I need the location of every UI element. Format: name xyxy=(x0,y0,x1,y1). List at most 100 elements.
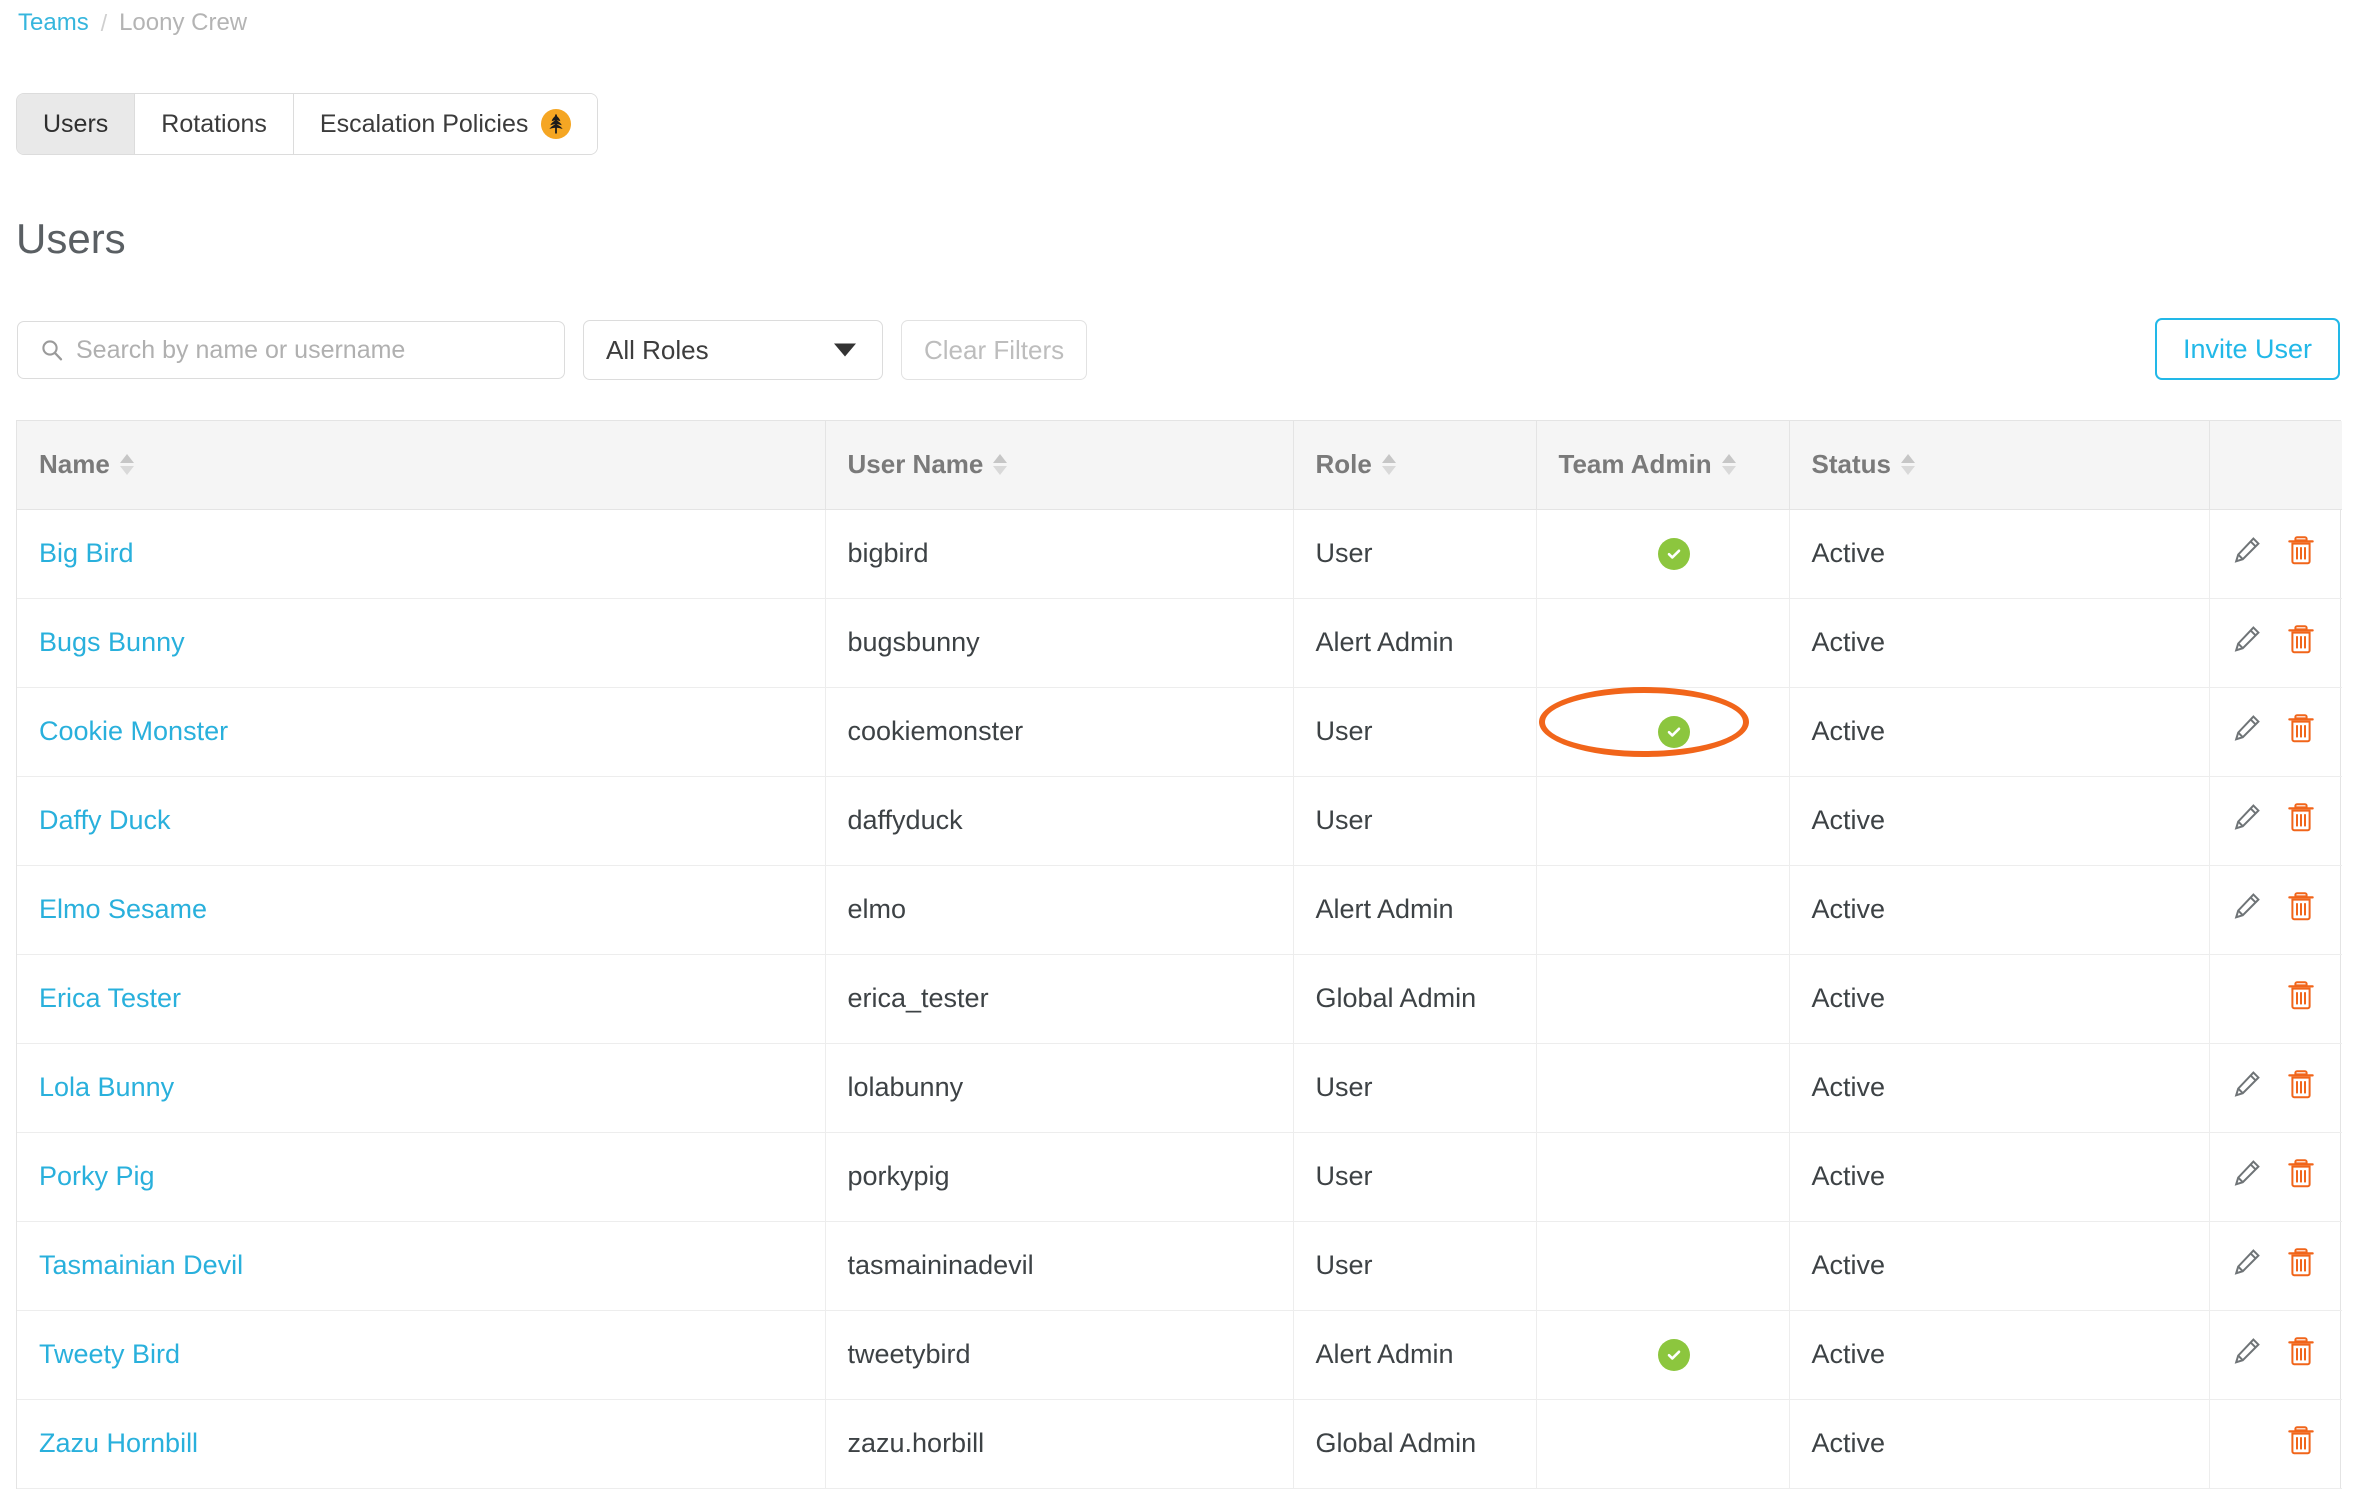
role-filter-value: All Roles xyxy=(606,334,709,365)
column-header-name[interactable]: Name xyxy=(17,421,826,510)
table-row: Big Bird bigbird User Active xyxy=(17,509,2342,599)
user-name-link[interactable]: Cookie Monster xyxy=(39,716,228,746)
user-name-link[interactable]: Big Bird xyxy=(39,538,134,568)
check-circle-icon xyxy=(1657,1338,1690,1371)
cell-name: Tasmainian Devil xyxy=(17,1221,826,1311)
cell-actions xyxy=(2209,687,2342,777)
sort-arrows-icon[interactable] xyxy=(993,454,1008,476)
trash-icon[interactable] xyxy=(2286,1067,2316,1108)
cell-name: Cookie Monster xyxy=(17,687,826,777)
pencil-icon[interactable] xyxy=(2230,1067,2264,1108)
cell-username: elmo xyxy=(825,865,1294,955)
cell-actions xyxy=(2209,865,2342,955)
column-header-team-admin[interactable]: Team Admin xyxy=(1536,421,1790,510)
trash-icon[interactable] xyxy=(2286,1423,2316,1464)
users-table-body: Big Bird bigbird User Active Bugs Bunny bugsb… xyxy=(17,509,2342,1489)
sort-arrows-icon[interactable] xyxy=(1381,454,1396,476)
cell-role: User xyxy=(1293,687,1537,777)
cell-team-admin xyxy=(1536,776,1790,866)
trash-icon[interactable] xyxy=(2286,711,2316,752)
chevron-down-icon xyxy=(834,343,856,357)
role-filter-select[interactable]: All Roles xyxy=(583,320,883,380)
cell-role: User xyxy=(1293,509,1537,599)
column-header-username[interactable]: User Name xyxy=(825,421,1294,510)
clear-filters-button[interactable]: Clear Filters xyxy=(901,320,1088,380)
check-circle-icon xyxy=(1657,537,1690,570)
column-header-name-label: Name xyxy=(39,449,110,480)
cell-role: User xyxy=(1293,776,1537,866)
pencil-icon[interactable] xyxy=(2230,711,2264,752)
table-row: Elmo Sesame elmo Alert Admin Active xyxy=(17,865,2342,955)
tab-users[interactable]: Users xyxy=(17,94,136,154)
trash-icon[interactable] xyxy=(2286,1334,2316,1375)
trash-icon[interactable] xyxy=(2286,533,2316,574)
table-row: Lola Bunny lolabunny User Active xyxy=(17,1043,2342,1133)
trash-icon[interactable] xyxy=(2286,800,2316,841)
trash-icon[interactable] xyxy=(2286,889,2316,930)
trash-icon[interactable] xyxy=(2286,978,2316,1019)
table-row: Zazu Hornbill zazu.horbill Global Admin Act… xyxy=(17,1399,2342,1489)
column-header-status[interactable]: Status xyxy=(1789,421,2210,510)
cell-status: Active xyxy=(1789,1399,2210,1489)
users-table-head: Name User Name Role Team Admin Status xyxy=(17,421,2342,510)
pencil-icon[interactable] xyxy=(2230,889,2264,930)
cell-team-admin xyxy=(1536,865,1790,955)
trash-icon[interactable] xyxy=(2286,1156,2316,1197)
column-header-role[interactable]: Role xyxy=(1293,421,1537,510)
cell-team-admin xyxy=(1536,687,1790,777)
users-page: Teams / Loony Crew Users Rotations Escal… xyxy=(0,0,2358,1500)
pencil-icon[interactable] xyxy=(2230,533,2264,574)
cell-role: Alert Admin xyxy=(1293,865,1537,955)
breadcrumb-teams-link[interactable]: Teams xyxy=(18,8,89,38)
sort-arrows-icon[interactable] xyxy=(119,454,134,476)
cell-username: porkypig xyxy=(825,1132,1294,1222)
cell-actions xyxy=(2209,598,2342,688)
cell-username: zazu.horbill xyxy=(825,1399,1294,1489)
sort-arrows-icon[interactable] xyxy=(1721,454,1736,476)
breadcrumb-current-team: Loony Crew xyxy=(119,9,248,36)
sort-arrows-icon[interactable] xyxy=(1900,454,1915,476)
user-name-link[interactable]: Zazu Hornbill xyxy=(39,1428,198,1458)
pencil-icon[interactable] xyxy=(2230,1156,2264,1197)
column-header-status-label: Status xyxy=(1811,449,1891,480)
search-icon xyxy=(40,338,64,362)
user-name-link[interactable]: Lola Bunny xyxy=(39,1072,174,1102)
cell-username: tweetybird xyxy=(825,1310,1294,1400)
invite-user-button[interactable]: Invite User xyxy=(2154,318,2340,380)
user-name-link[interactable]: Erica Tester xyxy=(39,983,181,1013)
cell-team-admin xyxy=(1536,1132,1790,1222)
user-name-link[interactable]: Tasmainian Devil xyxy=(39,1250,243,1280)
pencil-icon[interactable] xyxy=(2230,1334,2264,1375)
user-name-link[interactable]: Porky Pig xyxy=(39,1161,155,1191)
users-table-header-row: Name User Name Role Team Admin Status xyxy=(17,421,2342,510)
cell-username: erica_tester xyxy=(825,954,1294,1044)
tab-rotations[interactable]: Rotations xyxy=(135,94,294,154)
column-header-team-admin-label: Team Admin xyxy=(1558,449,1712,480)
user-name-link[interactable]: Daffy Duck xyxy=(39,805,171,835)
cell-status: Active xyxy=(1789,1132,2210,1222)
cell-actions xyxy=(2209,509,2342,599)
column-header-role-label: Role xyxy=(1315,449,1372,480)
cell-username: bugsbunny xyxy=(825,598,1294,688)
cell-team-admin xyxy=(1536,1221,1790,1311)
cell-username: cookiemonster xyxy=(825,687,1294,777)
cell-role: User xyxy=(1293,1132,1537,1222)
user-name-link[interactable]: Elmo Sesame xyxy=(39,894,207,924)
search-field-wrapper[interactable] xyxy=(17,321,565,379)
pencil-icon[interactable] xyxy=(2230,800,2264,841)
trash-icon[interactable] xyxy=(2286,1245,2316,1286)
trash-icon[interactable] xyxy=(2286,622,2316,663)
cell-status: Active xyxy=(1789,687,2210,777)
search-input[interactable] xyxy=(18,322,564,378)
cell-team-admin xyxy=(1536,509,1790,599)
cell-status: Active xyxy=(1789,776,2210,866)
cell-team-admin xyxy=(1536,1310,1790,1400)
pencil-icon[interactable] xyxy=(2230,1245,2264,1286)
cell-name: Big Bird xyxy=(17,509,826,599)
pencil-icon[interactable] xyxy=(2230,622,2264,663)
cell-username: daffyduck xyxy=(825,776,1294,866)
user-name-link[interactable]: Bugs Bunny xyxy=(39,627,185,657)
cell-status: Active xyxy=(1789,954,2210,1044)
tab-escalation-policies[interactable]: Escalation Policies xyxy=(293,94,598,154)
user-name-link[interactable]: Tweety Bird xyxy=(39,1339,180,1369)
